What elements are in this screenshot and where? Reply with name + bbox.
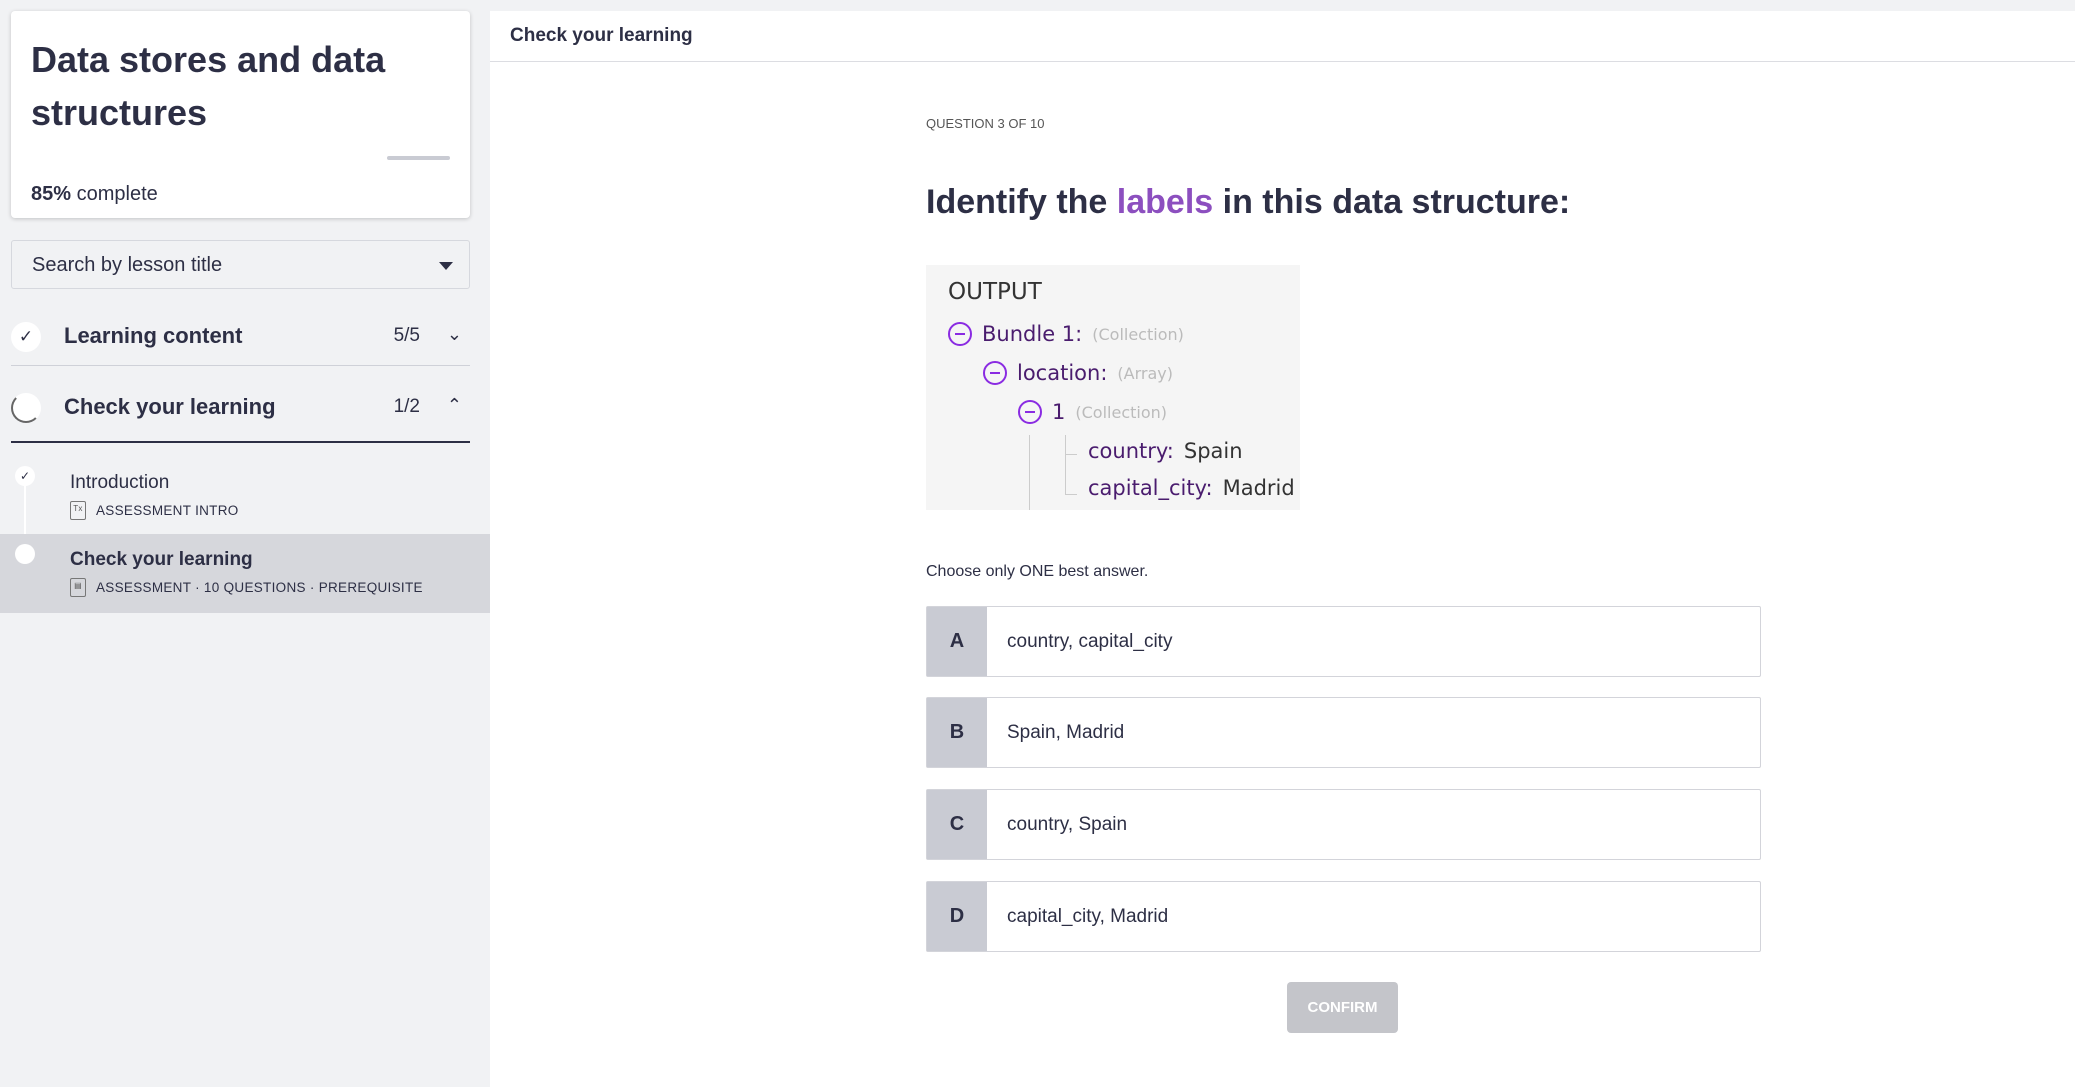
node-value: Spain xyxy=(1183,439,1243,463)
page-header: Check your learning xyxy=(490,11,2075,62)
lesson-name: Introduction xyxy=(70,472,170,493)
option-letter: B xyxy=(927,698,987,767)
tree-leaf-country: country: Spain xyxy=(1088,439,1243,463)
collapse-icon[interactable] xyxy=(1018,400,1042,424)
tree-line xyxy=(1065,454,1077,455)
option-text: country, capital_city xyxy=(1007,630,1173,652)
question-number: QUESTION 3 OF 10 xyxy=(926,116,1045,131)
tree-line xyxy=(1029,435,1030,510)
collapse-icon[interactable] xyxy=(983,361,1007,385)
option-letter: A xyxy=(927,607,987,676)
tree-line xyxy=(1065,435,1066,495)
lesson-meta: ASSESSMENT · 10 QUESTIONS · PREREQUISITE xyxy=(96,580,423,595)
progress-ring-icon xyxy=(11,393,41,423)
lesson-check-your-learning[interactable]: Check your learning ▤ ASSESSMENT · 10 QUE… xyxy=(0,534,490,613)
current-dot-icon xyxy=(15,544,35,564)
instruction-text: Choose only ONE best answer. xyxy=(926,563,1149,580)
progress-bar xyxy=(387,156,450,160)
node-key: location: xyxy=(1017,361,1108,385)
lesson-meta: ASSESSMENT INTRO xyxy=(96,503,239,518)
section-title: Learning content xyxy=(64,323,243,348)
chevron-up-icon: ⌃ xyxy=(446,395,462,415)
sidebar: Data stores and data structures 85% comp… xyxy=(0,0,490,1087)
caret-down-icon xyxy=(439,262,453,270)
question-pre: Identify the xyxy=(926,183,1117,221)
main-panel: Check your learning QUESTION 3 OF 10 Ide… xyxy=(490,11,2075,1087)
option-text: country, Spain xyxy=(1007,813,1128,835)
output-tree: OUTPUT Bundle 1: (Collection) location: (A… xyxy=(926,265,1300,510)
tree-node-location[interactable]: location: (Array) xyxy=(983,361,1173,385)
node-key: Bundle 1: xyxy=(982,322,1083,346)
course-card: Data stores and data structures 85% comp… xyxy=(11,11,470,218)
section-count: 5/5 xyxy=(393,325,420,346)
option-letter: D xyxy=(927,882,987,951)
question-heading: Identify the labels in this data structu… xyxy=(926,183,1570,222)
question-post: in this data structure: xyxy=(1213,183,1571,221)
answer-option-a[interactable]: Acountry, capital_city xyxy=(926,606,1761,677)
question-highlight: labels xyxy=(1116,183,1214,221)
node-type: (Array) xyxy=(1117,363,1173,383)
section-title: Check your learning xyxy=(64,394,276,419)
text-document-icon: Tx xyxy=(70,501,86,520)
tree-node-bundle[interactable]: Bundle 1: (Collection) xyxy=(948,322,1184,346)
assessment-icon: ▤ xyxy=(70,578,86,597)
option-letter: C xyxy=(927,790,987,859)
option-text: Spain, Madrid xyxy=(1007,721,1125,743)
node-key: 1 xyxy=(1052,400,1066,424)
option-text: capital_city, Madrid xyxy=(1007,905,1169,927)
section-count: 1/2 xyxy=(393,396,420,417)
tree-line xyxy=(1065,494,1077,495)
chevron-down-icon: ⌄ xyxy=(446,324,462,344)
progress-text: 85% complete xyxy=(31,183,158,206)
section-learning-content[interactable]: ✓ Learning content 5/5 ⌄ xyxy=(11,306,470,366)
answer-option-b[interactable]: B Spain, Madrid xyxy=(926,697,1761,768)
confirm-button[interactable]: CONFIRM xyxy=(1287,982,1398,1033)
check-icon: ✓ xyxy=(15,466,35,486)
lesson-search-dropdown[interactable]: Search by lesson title xyxy=(11,240,470,289)
lesson-name: Check your learning xyxy=(70,549,253,570)
node-key: capital_city: xyxy=(1088,476,1213,500)
node-value: Madrid xyxy=(1222,476,1295,500)
check-icon: ✓ xyxy=(11,322,41,352)
answer-option-c[interactable]: Ccountry, Spain xyxy=(926,789,1761,860)
collapse-icon[interactable] xyxy=(948,322,972,346)
node-type: (Collection) xyxy=(1075,402,1167,422)
output-label: OUTPUT xyxy=(948,279,1042,305)
node-type: (Collection) xyxy=(1092,324,1184,344)
tree-node-item[interactable]: 1 (Collection) xyxy=(1018,400,1167,424)
progress-suffix: complete xyxy=(76,183,158,205)
node-key: country: xyxy=(1088,439,1174,463)
course-title: Data stores and data structures xyxy=(31,39,386,133)
section-check-your-learning[interactable]: Check your learning 1/2 ⌃ xyxy=(11,377,470,443)
tree-leaf-capital: capital_city: Madrid xyxy=(1088,476,1295,500)
search-placeholder: Search by lesson title xyxy=(32,254,223,276)
lesson-introduction[interactable]: ✓ Introduction Tx ASSESSMENT INTRO xyxy=(0,456,490,535)
progress-percent: 85% xyxy=(31,183,72,205)
answer-option-d[interactable]: Dcapital_city, Madrid xyxy=(926,881,1761,952)
